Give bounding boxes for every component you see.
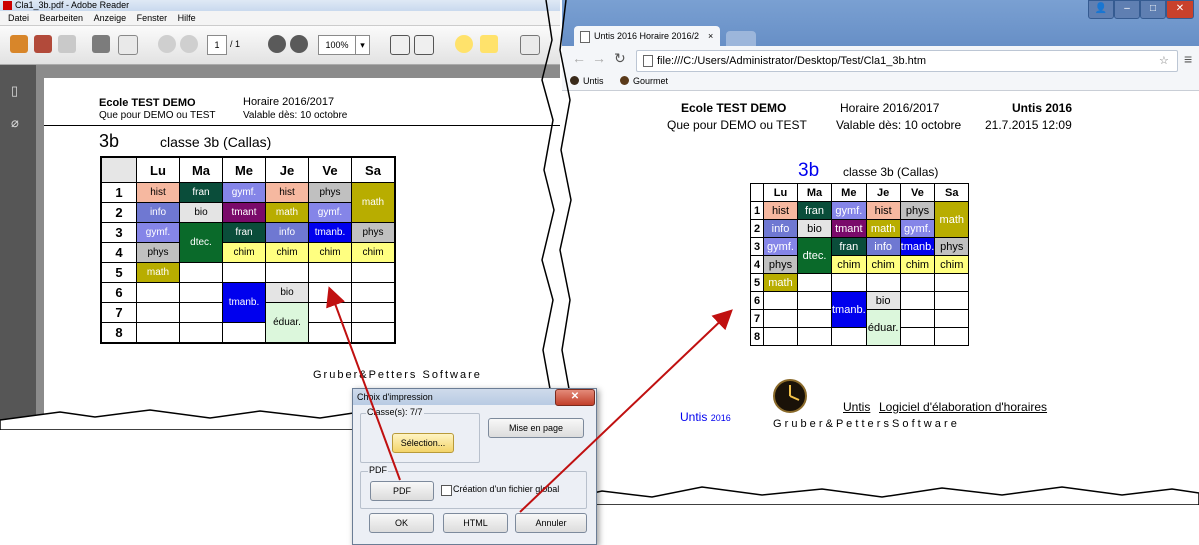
arrow-to-html bbox=[519, 309, 733, 513]
arrow-to-pdf bbox=[326, 286, 401, 481]
annotation-arrows bbox=[326, 286, 733, 513]
